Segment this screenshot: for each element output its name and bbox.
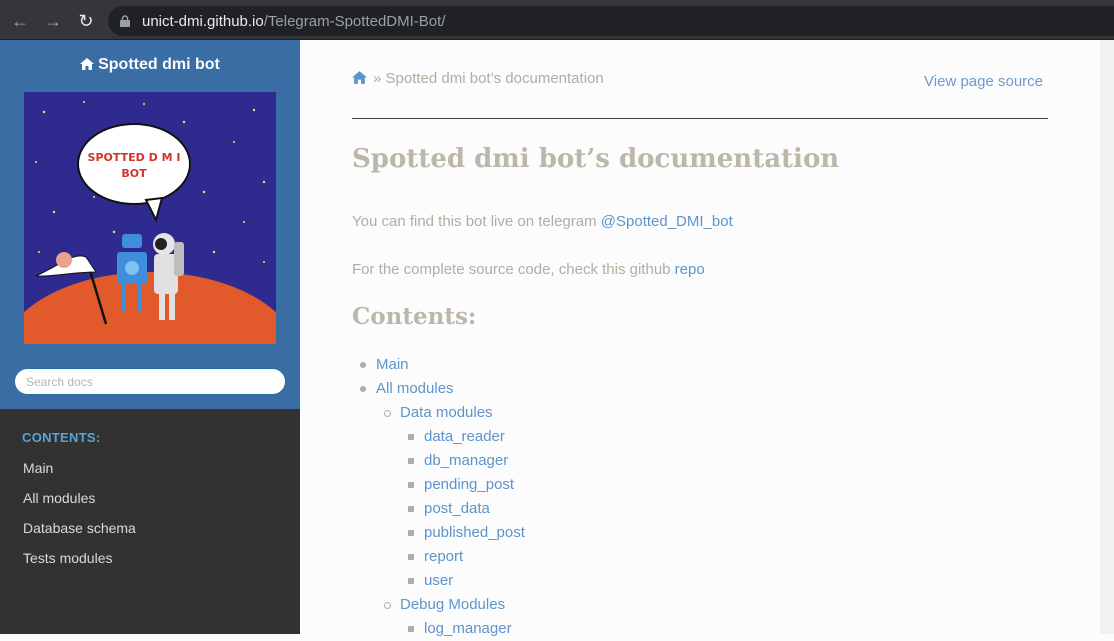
breadcrumb-home-icon[interactable] xyxy=(352,71,367,84)
list-bullet xyxy=(360,362,366,368)
telegram-bot-link[interactable]: @Spotted_DMI_bot xyxy=(601,213,733,230)
intro-paragraph: You can find this bot live on telegram @… xyxy=(352,213,733,230)
project-logo: SPOTTED D M I BOT xyxy=(24,92,276,344)
github-repo-link[interactable]: repo xyxy=(675,261,705,278)
sidebar-item-tests-modules[interactable]: Tests modules xyxy=(0,543,300,573)
address-bar[interactable]: unict-dmi.github.io/Telegram-SpottedDMI-… xyxy=(108,6,1114,36)
list-bullet xyxy=(384,410,391,417)
toc-link[interactable]: published_post xyxy=(424,521,525,545)
toc-link[interactable]: post_data xyxy=(424,497,490,521)
list-bullet xyxy=(408,554,414,560)
toc-item: db_manager xyxy=(352,449,1052,473)
list-bullet xyxy=(360,386,366,392)
toc-item: published_post xyxy=(352,521,1052,545)
forward-arrow-icon[interactable]: → xyxy=(41,9,65,33)
search-input[interactable] xyxy=(14,368,286,395)
toc-item: Debug Modules xyxy=(352,593,1052,617)
toc-item: data_reader xyxy=(352,425,1052,449)
sidebar-header: Spotted dmi bot SPOTTED D M I BOT xyxy=(0,40,300,409)
toc-item: pending_post xyxy=(352,473,1052,497)
toc-link[interactable]: log_manager xyxy=(424,617,512,641)
list-bullet xyxy=(384,602,391,609)
sidebar-item-main[interactable]: Main xyxy=(0,453,300,483)
intro-text: You can find this bot live on telegram xyxy=(352,213,601,230)
list-bullet xyxy=(408,530,414,536)
toc-link[interactable]: Main xyxy=(376,353,409,377)
sidebar-item-database-schema[interactable]: Database schema xyxy=(0,513,300,543)
toc-item: Data modules xyxy=(352,401,1052,425)
url-path: /Telegram-SpottedDMI-Bot/ xyxy=(263,13,446,30)
toc-list: Main All modules Data modules data_reader db… xyxy=(352,353,1052,641)
toc-link[interactable]: report xyxy=(424,545,463,569)
toc-link[interactable]: db_manager xyxy=(424,449,508,473)
page-scrollbar[interactable] xyxy=(1100,40,1114,634)
lock-icon xyxy=(120,15,130,27)
toc-item: log_manager xyxy=(352,617,1052,641)
url-text: unict-dmi.github.io/Telegram-SpottedDMI-… xyxy=(142,13,445,30)
sidebar: Spotted dmi bot SPOTTED D M I BOT Search… xyxy=(0,40,300,634)
toc-item: post_data xyxy=(352,497,1052,521)
toc-item: Main xyxy=(352,353,1052,377)
logo-text-2: BOT xyxy=(121,167,147,180)
toc-link[interactable]: All modules xyxy=(376,377,454,401)
list-bullet xyxy=(408,458,414,464)
url-host: unict-dmi.github.io xyxy=(142,13,264,30)
sidebar-item-all-modules[interactable]: All modules xyxy=(0,483,300,513)
list-bullet xyxy=(408,506,414,512)
toc-item: report xyxy=(352,545,1052,569)
main-content: » Spotted dmi bot’s documentation View p… xyxy=(300,40,1100,637)
toc-link[interactable]: Data modules xyxy=(400,401,493,425)
list-bullet xyxy=(408,482,414,488)
project-home-link[interactable]: Spotted dmi bot xyxy=(0,56,300,74)
toc-item: user xyxy=(352,569,1052,593)
page-title: Spotted dmi bot’s documentation xyxy=(352,144,840,174)
list-bullet xyxy=(408,434,414,440)
header-divider xyxy=(352,118,1048,119)
back-arrow-icon[interactable]: ← xyxy=(8,9,32,33)
logo-text-1: SPOTTED D M I xyxy=(88,151,181,164)
view-page-source-link[interactable]: View page source xyxy=(924,73,1043,90)
contents-heading: Contents: xyxy=(352,303,477,330)
browser-toolbar: ← → ↻ unict-dmi.github.io/Telegram-Spott… xyxy=(0,0,1114,40)
toc-item: All modules xyxy=(352,377,1052,401)
breadcrumb: » Spotted dmi bot’s documentation xyxy=(352,70,604,87)
source-paragraph: For the complete source code, check this… xyxy=(352,261,705,278)
list-bullet xyxy=(408,626,414,632)
sidebar-nav: Main All modules Database schema Tests m… xyxy=(0,453,300,573)
contents-caption: CONTENTS: xyxy=(22,430,101,445)
breadcrumb-current: Spotted dmi bot’s documentation xyxy=(385,70,604,87)
list-bullet xyxy=(408,578,414,584)
home-icon xyxy=(80,58,95,70)
source-text: For the complete source code, check this… xyxy=(352,261,675,278)
breadcrumb-separator: » xyxy=(373,70,382,87)
toc-link[interactable]: pending_post xyxy=(424,473,514,497)
toc-link[interactable]: Debug Modules xyxy=(400,593,505,617)
toc-link[interactable]: user xyxy=(424,569,453,593)
reload-icon[interactable]: ↻ xyxy=(74,9,98,33)
project-title: Spotted dmi bot xyxy=(98,56,220,73)
toc-link[interactable]: data_reader xyxy=(424,425,505,449)
